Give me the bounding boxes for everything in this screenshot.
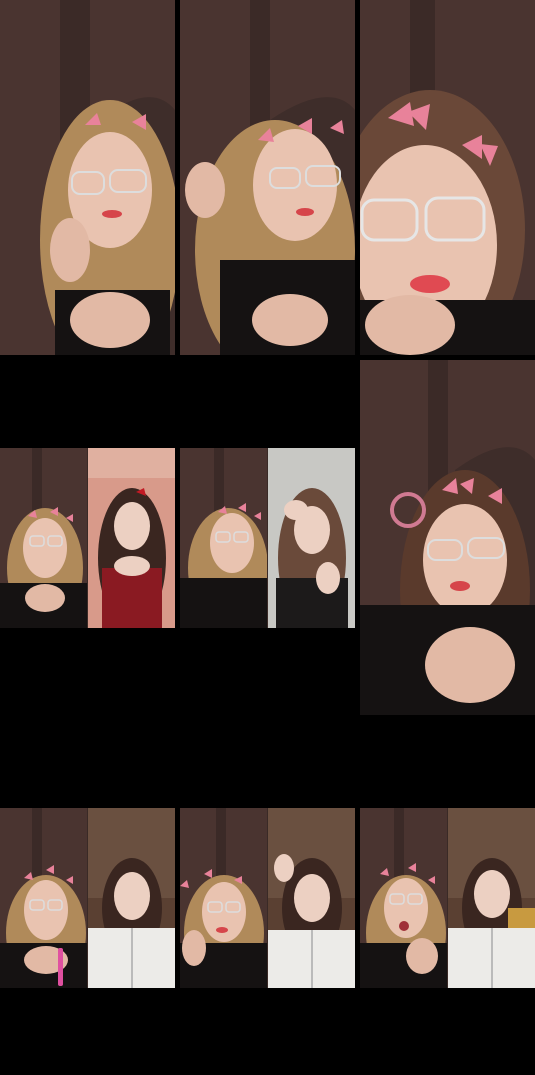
portrait-butterfly-filter [180,808,267,988]
photo-tile-6 [180,448,355,628]
photo-tile-3 [360,0,535,355]
portrait-butterfly-filter [180,0,355,355]
portrait-butterfly-filter [180,448,267,628]
split-left-photo [180,808,267,988]
split-left-photo [0,808,87,988]
portrait-white-jacket [268,808,355,988]
portrait-butterfly-filter [0,808,87,988]
portrait-butterfly-filter [0,448,87,628]
portrait-red-outfit [88,448,175,628]
split-right-photo [268,448,355,628]
photo-tile-2 [180,0,355,355]
photo-tile-7 [0,808,175,988]
portrait-white-jacket [88,808,175,988]
portrait-white-jacket [448,808,535,988]
portrait-butterfly-filter [360,808,447,988]
split-left-photo [0,448,87,628]
split-left-photo [360,808,447,988]
split-right-photo [268,808,355,988]
split-right-photo [448,808,535,988]
split-left-photo [180,448,267,628]
portrait-grey-room [268,448,355,628]
photo-collage [0,0,535,1075]
split-right-photo [88,448,175,628]
portrait-butterfly-filter [360,360,535,715]
portrait-butterfly-filter [0,0,175,355]
photo-tile-5 [0,448,175,628]
photo-tile-1 [0,0,175,355]
split-right-photo [88,808,175,988]
photo-tile-9 [360,808,535,988]
portrait-closeup-butterfly-filter [360,0,535,355]
photo-tile-8 [180,808,355,988]
photo-tile-4 [360,360,535,715]
